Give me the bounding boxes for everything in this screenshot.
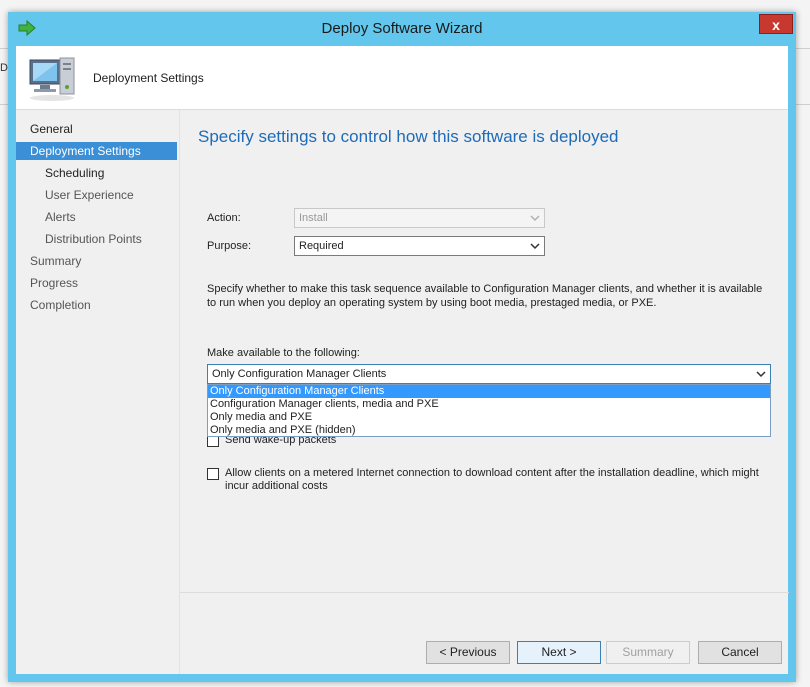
previous-button[interactable]: < Previous [426, 641, 510, 664]
wizard-client-area: Deployment Settings General Deployment S… [16, 46, 789, 674]
close-button[interactable]: x [759, 14, 793, 34]
header-title: Deployment Settings [93, 71, 204, 85]
purpose-select[interactable]: Required [294, 236, 545, 256]
dropdown-option[interactable]: Only Configuration Manager Clients [208, 385, 770, 398]
nav-item-alerts[interactable]: Alerts [16, 208, 177, 226]
chevron-down-icon [530, 243, 540, 250]
wizard-main-panel: Specify settings to control how this sof… [179, 110, 789, 674]
dropdown-option[interactable]: Only media and PXE (hidden) [208, 424, 770, 437]
nav-item-progress[interactable]: Progress [16, 274, 177, 292]
dropdown-option[interactable]: Configuration Manager clients, media and… [208, 398, 770, 411]
task-sequence-description: Specify whether to make this task sequen… [207, 283, 763, 309]
window-title: Deploy Software Wizard [321, 20, 483, 37]
action-value: Install [299, 212, 328, 224]
title-bar[interactable]: Deploy Software Wizard x [8, 12, 796, 46]
make-available-label: Make available to the following: [207, 347, 360, 359]
wizard-navigation: General Deployment Settings Scheduling U… [16, 110, 179, 674]
wizard-window: Deploy Software Wizard x Deployment Sett… [8, 12, 796, 682]
nav-item-general[interactable]: General [16, 120, 177, 138]
purpose-label: Purpose: [207, 240, 252, 252]
nav-item-summary[interactable]: Summary [16, 252, 177, 270]
make-available-dropdown-list[interactable]: Only Configuration Manager Clients Confi… [207, 384, 771, 437]
nav-item-distribution-points[interactable]: Distribution Points [16, 230, 177, 248]
page-heading: Specify settings to control how this sof… [198, 127, 619, 146]
action-label: Action: [207, 212, 241, 224]
nav-item-deployment-settings[interactable]: Deployment Settings [16, 142, 177, 160]
footer-divider [180, 592, 789, 593]
purpose-value: Required [299, 240, 344, 252]
nav-item-scheduling[interactable]: Scheduling [16, 164, 177, 182]
dropdown-option[interactable]: Only media and PXE [208, 411, 770, 424]
action-select[interactable]: Install [294, 208, 545, 228]
make-available-select[interactable]: Only Configuration Manager Clients [207, 364, 771, 384]
nav-item-completion[interactable]: Completion [16, 296, 177, 314]
computer-icon [29, 57, 75, 101]
wizard-header: Deployment Settings [16, 46, 788, 110]
summary-button[interactable]: Summary [606, 641, 690, 664]
make-available-value: Only Configuration Manager Clients [212, 368, 387, 380]
metered-connection-checkbox[interactable] [207, 468, 219, 480]
metered-connection-label: Allow clients on a metered Internet conn… [225, 467, 759, 492]
cancel-button[interactable]: Cancel [698, 641, 782, 664]
chevron-down-icon [530, 215, 540, 222]
nav-item-user-experience[interactable]: User Experience [16, 186, 177, 204]
next-button[interactable]: Next > [517, 641, 601, 664]
chevron-down-icon [756, 371, 766, 378]
